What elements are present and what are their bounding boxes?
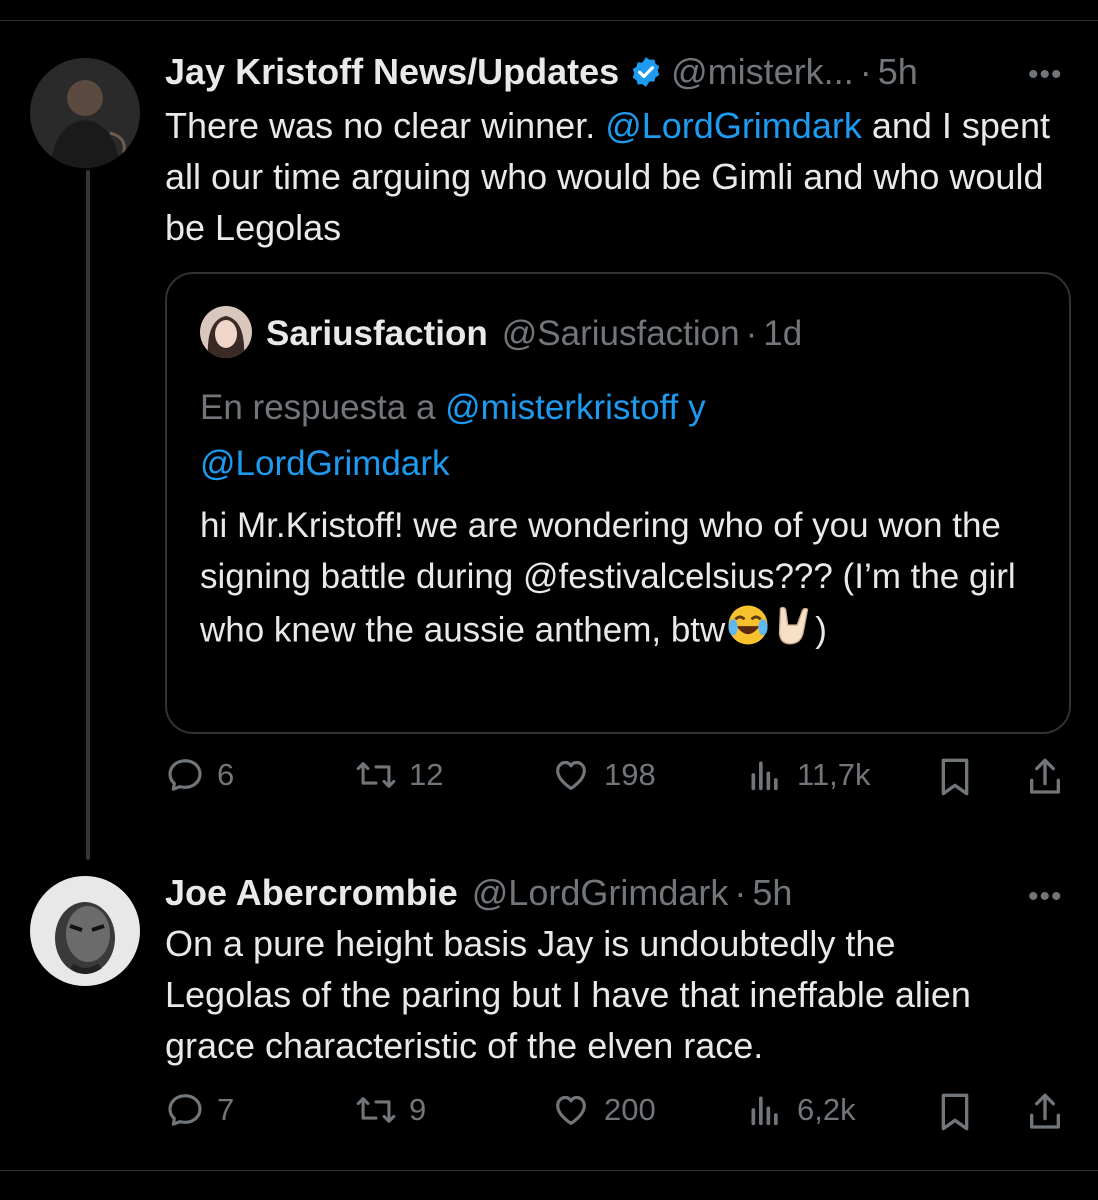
reply-count: 7 — [217, 1092, 235, 1127]
views-button[interactable]: 11,7k — [745, 755, 871, 795]
author-handle[interactable]: @LordGrimdark — [472, 871, 729, 915]
quote-author-name[interactable]: Sariusfaction — [266, 312, 488, 356]
tweet1-actions: 6 12 198 11,7k — [165, 755, 1075, 805]
share-icon — [1030, 1093, 1060, 1129]
like-count: 198 — [604, 757, 656, 792]
rock-hand-emoji — [771, 602, 815, 662]
bookmark-button[interactable] — [935, 755, 975, 799]
author-handle[interactable]: @misterk... — [671, 50, 854, 94]
reply-context: En respuesta a @misterkristoff y @LordGr… — [200, 380, 1020, 492]
tweet2-text: On a pure height basis Jay is undoubtedl… — [165, 923, 971, 1066]
jay-kristoff-avatar[interactable] — [30, 58, 140, 168]
bottom-divider — [0, 1170, 1098, 1171]
bookmark-icon — [941, 758, 969, 796]
tweet2-header: Joe Abercrombie @LordGrimdark · 5h — [165, 871, 792, 915]
reply-button[interactable]: 7 — [165, 1090, 234, 1130]
reply-prefix: En respuesta a — [200, 388, 446, 427]
like-count: 200 — [604, 1092, 656, 1127]
like-icon — [556, 1095, 586, 1125]
sariusfaction-avatar — [200, 306, 252, 358]
quote-author-handle[interactable]: @Sariusfaction — [502, 312, 740, 356]
separator-dot: · — [859, 51, 872, 92]
quote-time: 1d — [763, 314, 803, 353]
tweet1-text: There was no clear winner. @LordGrimdark… — [165, 100, 1070, 253]
quote-text-content: hi Mr.Kristoff! we are wondering who of … — [200, 506, 1016, 650]
separator-dot: · — [745, 314, 758, 353]
like-button[interactable]: 198 — [550, 755, 656, 795]
tweet-time[interactable]: 5h — [752, 871, 792, 915]
separator-dot: · — [734, 872, 747, 913]
retweet-button[interactable]: 12 — [355, 755, 443, 795]
retweet-count: 12 — [409, 757, 444, 792]
reply-icon — [168, 1094, 202, 1126]
top-divider — [0, 20, 1098, 21]
verified-badge-icon — [629, 55, 663, 89]
views-count: 11,7k — [797, 757, 871, 792]
thread-connector-line — [86, 170, 90, 860]
like-icon — [556, 760, 586, 790]
retweet-count: 9 — [409, 1092, 427, 1127]
author-name[interactable]: Joe Abercrombie — [165, 871, 458, 915]
quote-text: hi Mr.Kristoff! we are wondering who of … — [200, 500, 1050, 662]
mention-link[interactable]: @LordGrimdark — [605, 105, 862, 146]
share-icon — [1030, 758, 1060, 794]
reply-icon — [168, 759, 202, 791]
laughing-emoji — [725, 602, 771, 662]
retweet-icon — [356, 762, 396, 788]
tweet-text-part: There was no clear winner. — [165, 105, 606, 146]
retweet-icon — [356, 1097, 396, 1123]
reply-mention[interactable]: @LordGrimdark — [200, 444, 449, 483]
bookmark-button[interactable] — [935, 1090, 975, 1134]
reply-button[interactable]: 6 — [165, 755, 234, 795]
more-options-icon[interactable]: ••• — [1028, 880, 1063, 914]
tweet1-header: Jay Kristoff News/Updates @misterk... · … — [165, 50, 918, 94]
tweet2-actions: 7 9 200 6,2k — [165, 1090, 1075, 1140]
reply-mention[interactable]: @misterkristoff — [445, 388, 678, 427]
tweet-time[interactable]: 5h — [878, 50, 918, 94]
share-button[interactable] — [1025, 1090, 1065, 1134]
views-button[interactable]: 6,2k — [745, 1090, 856, 1130]
quote-header: Sariusfaction @Sariusfaction · 1d — [266, 312, 802, 356]
reply-conjunction: y — [678, 388, 706, 427]
bookmark-icon — [941, 1093, 969, 1131]
joe-abercrombie-avatar[interactable] — [30, 876, 140, 986]
reply-count: 6 — [217, 757, 235, 792]
views-icon — [751, 1096, 778, 1126]
share-button[interactable] — [1025, 755, 1065, 799]
views-icon — [751, 761, 778, 791]
retweet-button[interactable]: 9 — [355, 1090, 426, 1130]
author-name[interactable]: Jay Kristoff News/Updates — [165, 50, 619, 94]
more-options-icon[interactable]: ••• — [1028, 58, 1063, 92]
quote-text-end: ) — [815, 610, 827, 650]
views-count: 6,2k — [797, 1092, 856, 1127]
like-button[interactable]: 200 — [550, 1090, 656, 1130]
